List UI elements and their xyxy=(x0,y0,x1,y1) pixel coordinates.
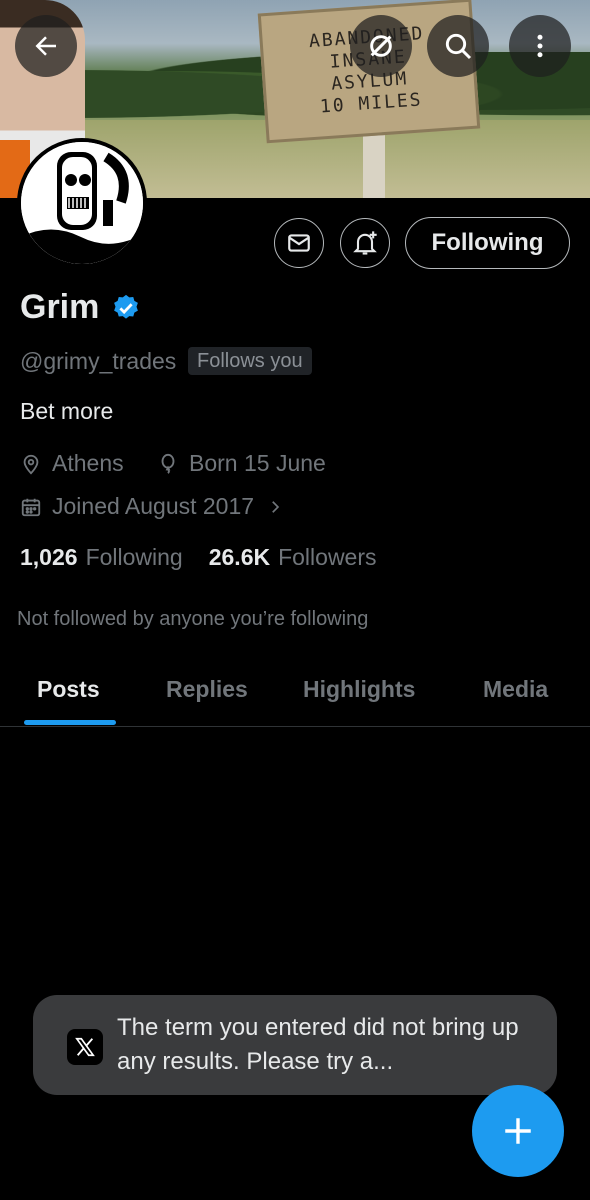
active-tab-indicator xyxy=(24,720,116,725)
followers-label: Followers xyxy=(278,544,377,570)
profile-name: Grim xyxy=(20,288,100,326)
mail-icon xyxy=(288,234,310,252)
verified-badge-icon[interactable] xyxy=(111,293,141,323)
avatar[interactable] xyxy=(17,138,147,268)
sign-post xyxy=(363,126,385,198)
compose-button[interactable] xyxy=(472,1085,564,1177)
mutuals-note: Not followed by anyone you’re following xyxy=(17,608,369,630)
toast-notification: The term you entered did not bring up an… xyxy=(33,995,557,1095)
chevron-right-icon xyxy=(272,500,280,513)
followers-count: 26.6K xyxy=(208,544,271,570)
following-label: Following xyxy=(85,544,183,570)
profile-handle: @grimy_trades xyxy=(20,348,177,374)
tab-posts[interactable]: Posts xyxy=(37,676,100,703)
following-stat[interactable]: 1,026 Following xyxy=(20,544,183,571)
translate-off-icon xyxy=(370,35,392,57)
following-button[interactable]: Following xyxy=(405,217,570,269)
balloon-icon xyxy=(161,453,175,474)
back-button[interactable] xyxy=(15,15,77,77)
following-count: 1,026 xyxy=(20,544,78,570)
profile-bio: Bet more xyxy=(20,398,114,424)
notify-button[interactable] xyxy=(340,218,390,268)
calendar-icon xyxy=(21,498,41,516)
bell-plus-icon xyxy=(353,231,377,255)
birthday-text: Born 15 June xyxy=(189,450,326,476)
joined-text: Joined August 2017 xyxy=(52,493,255,519)
tab-highlights[interactable]: Highlights xyxy=(303,676,415,703)
location-pin-icon xyxy=(23,454,39,474)
follow-stats: 1,026 Following 26.6K Followers xyxy=(20,544,377,571)
skeleton-avatar-image xyxy=(21,142,143,264)
tab-media[interactable]: Media xyxy=(483,676,548,703)
profile-tabs: Posts Replies Highlights Media xyxy=(0,660,590,727)
joined-date[interactable]: Joined August 2017 xyxy=(20,493,294,520)
more-button[interactable] xyxy=(509,15,571,77)
back-arrow-icon xyxy=(35,36,56,56)
profile-name-row: Grim xyxy=(20,288,141,327)
translate-toggle-button[interactable] xyxy=(350,15,412,77)
follows-you-badge: Follows you xyxy=(188,347,312,375)
tab-replies[interactable]: Replies xyxy=(166,676,248,703)
more-vertical-icon xyxy=(537,34,543,58)
toast-message: The term you entered did not bring up an… xyxy=(117,1014,519,1075)
plus-icon xyxy=(505,1118,531,1144)
message-button[interactable] xyxy=(274,218,324,268)
location: Athens xyxy=(20,450,124,477)
search-icon xyxy=(445,33,472,60)
birthday: Born 15 June xyxy=(157,450,326,477)
followers-stat[interactable]: 26.6K Followers xyxy=(209,544,377,571)
search-button[interactable] xyxy=(427,15,489,77)
x-logo-icon xyxy=(67,1029,103,1065)
location-text: Athens xyxy=(52,450,124,476)
